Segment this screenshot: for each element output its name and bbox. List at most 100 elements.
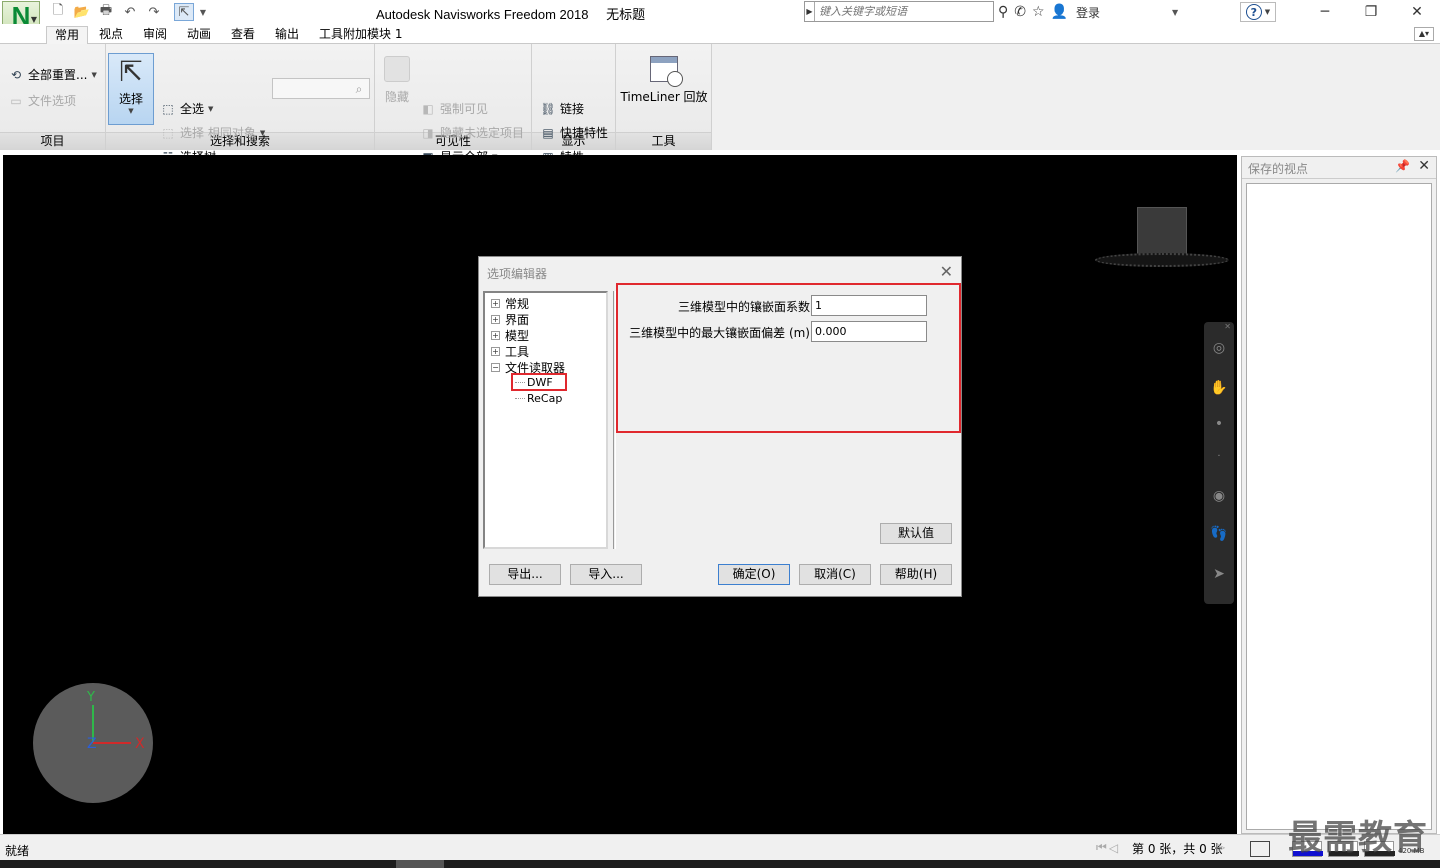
- force-visible-button[interactable]: ◧ 强制可见: [420, 100, 488, 117]
- chevron-down-icon[interactable]: ▼: [1172, 8, 1178, 17]
- options-pane: 三维模型中的镶嵌面系数 三维模型中的最大镶嵌面偏差 (m) 默认值: [616, 283, 961, 549]
- defaults-button[interactable]: 默认值: [880, 523, 952, 544]
- first-sheet-icon[interactable]: ⏮: [1096, 840, 1107, 855]
- export-button[interactable]: 导出...: [489, 564, 561, 585]
- open-icon[interactable]: 📂: [72, 3, 92, 21]
- pan-hand-icon[interactable]: ✋: [1209, 378, 1229, 398]
- expand-icon[interactable]: +: [491, 299, 500, 308]
- undo-icon[interactable]: ↶: [120, 3, 140, 21]
- quick-properties-button[interactable]: ▤ 快捷特性: [540, 124, 608, 141]
- chevron-down-icon: ▼: [128, 107, 134, 115]
- binoculars-icon[interactable]: ⚲: [998, 4, 1008, 20]
- timeliner-button[interactable]: TimeLiner 回放: [620, 56, 708, 105]
- hide-unselected-button[interactable]: ◨ 隐藏未选定项目: [420, 124, 524, 141]
- quick-find-input[interactable]: ⌕: [272, 78, 370, 99]
- ok-button[interactable]: 确定(O): [718, 564, 790, 585]
- expand-icon[interactable]: +: [491, 347, 500, 356]
- select-arrow-icon[interactable]: ➤: [1209, 564, 1229, 584]
- close-icon[interactable]: ✕: [1418, 158, 1430, 174]
- import-button[interactable]: 导入...: [570, 564, 642, 585]
- quick-access-toolbar: 🗋 📂 🖶 ↶ ↷ ⇱ ▼: [48, 3, 208, 21]
- max-facet-deviation-input[interactable]: [811, 321, 927, 342]
- look-around-icon[interactable]: ◉: [1209, 486, 1229, 506]
- minimize-button[interactable]: ─: [1302, 0, 1348, 24]
- title-bar: N ▼ 🗋 📂 🖶 ↶ ↷ ⇱ ▼ Autodesk Navisworks Fr…: [0, 0, 1440, 31]
- file-options-button[interactable]: ▭ 文件选项: [8, 92, 76, 109]
- viewcube[interactable]: [1095, 207, 1229, 269]
- timeliner-icon: [650, 56, 683, 87]
- window-title: Autodesk Navisworks Freedom 2018 无标题: [376, 4, 659, 23]
- next-sheet-icon[interactable]: ▷: [1216, 840, 1225, 854]
- hide-button[interactable]: 隐藏: [380, 56, 414, 105]
- select-all-button[interactable]: ⬚ 全选 ▼: [160, 100, 213, 117]
- tree-node-general[interactable]: + 常规: [491, 295, 529, 312]
- comm-center-icon[interactable]: ✆: [1014, 4, 1026, 20]
- redo-icon[interactable]: ↷: [144, 3, 164, 21]
- orbit-icon[interactable]: ·: [1209, 446, 1229, 466]
- facet-factor-row: 三维模型中的镶嵌面系数: [618, 295, 958, 317]
- tab-output[interactable]: 输出: [267, 26, 307, 44]
- pin-icon[interactable]: 📌: [1395, 159, 1410, 173]
- saved-viewpoints-list[interactable]: [1246, 183, 1432, 830]
- file-options-icon: ▭: [10, 93, 22, 108]
- links-button[interactable]: ⛓ 链接: [540, 100, 584, 117]
- sheet-nav-prev: ⏮ ◁: [1096, 840, 1118, 855]
- tab-tools-addins[interactable]: 工具附加模块 1: [311, 26, 410, 44]
- qat-dropdown-icon[interactable]: ▼: [198, 3, 208, 21]
- title-toolbar: ⚲ ✆ ☆ 👤 登录 ▼: [998, 2, 1178, 22]
- select-same-icon: ⬚: [162, 125, 174, 140]
- collapse-icon[interactable]: −: [491, 363, 500, 372]
- ribbon-tabs: 常用 视点 审阅 动画 查看 输出 工具附加模块 1 ▲▾: [0, 24, 1440, 45]
- help-search[interactable]: ▶: [804, 1, 994, 22]
- tree-node-model[interactable]: + 模型: [491, 327, 529, 344]
- select-same-button[interactable]: ⬚ 选择 相同对象 ▼: [160, 124, 265, 141]
- tree-node-interface[interactable]: + 界面: [491, 311, 529, 328]
- user-icon[interactable]: 👤: [1051, 4, 1068, 20]
- tab-home[interactable]: 常用: [46, 26, 89, 45]
- viewcube-compass[interactable]: [1095, 253, 1229, 267]
- cancel-button[interactable]: 取消(C): [799, 564, 871, 585]
- prev-sheet-icon[interactable]: ◁: [1109, 841, 1118, 855]
- help-button[interactable]: ? ▼: [1240, 2, 1276, 22]
- tree-node-recap[interactable]: ReCap: [515, 392, 562, 405]
- highlight-box-dwf: [511, 373, 567, 391]
- tree-node-tools[interactable]: + 工具: [491, 343, 529, 360]
- favorites-star-icon[interactable]: ☆: [1032, 4, 1045, 20]
- link-icon: ⛓: [540, 101, 556, 116]
- print-icon[interactable]: 🖶: [96, 3, 116, 21]
- axis-gizmo: Y X Z: [33, 683, 153, 803]
- expand-icon[interactable]: +: [491, 315, 500, 324]
- close-button[interactable]: ✕: [1394, 0, 1440, 24]
- help-icon: ?: [1245, 4, 1262, 20]
- login-link[interactable]: 登录: [1076, 4, 1100, 21]
- saved-viewpoints-panel: 保存的视点 📌 ✕: [1241, 156, 1437, 834]
- reset-all-button[interactable]: ⟲ 全部重置... ▼: [8, 66, 97, 83]
- tab-review[interactable]: 审阅: [135, 26, 175, 44]
- restore-button[interactable]: ❐: [1348, 0, 1394, 24]
- close-icon[interactable]: ✕: [1224, 322, 1231, 331]
- sheet-browser-icon[interactable]: [1250, 841, 1270, 857]
- tab-animation[interactable]: 动画: [179, 26, 219, 44]
- zoom-icon[interactable]: •: [1209, 414, 1229, 434]
- expand-search-icon[interactable]: ▶: [805, 2, 815, 21]
- sheet-nav-next: ▷: [1216, 840, 1225, 854]
- search-input[interactable]: [815, 5, 985, 18]
- help-dialog-button[interactable]: 帮助(H): [880, 564, 952, 585]
- select-button[interactable]: ⇱ 选择 ▼: [108, 53, 154, 125]
- axis-y-label: Y: [86, 690, 95, 705]
- axis-z-label: Z: [87, 736, 97, 752]
- dialog-close-icon[interactable]: ✕: [940, 262, 953, 281]
- select-cursor-icon[interactable]: ⇱: [174, 3, 194, 21]
- walk-footsteps-icon[interactable]: 👣: [1209, 524, 1229, 544]
- facet-factor-input[interactable]: [811, 295, 927, 316]
- axis-x-label: X: [135, 736, 145, 752]
- expand-icon[interactable]: +: [491, 331, 500, 340]
- ribbon-minimize-button[interactable]: ▲▾: [1414, 27, 1434, 41]
- hide-unselected-icon: ◨: [422, 125, 434, 140]
- steering-wheel-icon[interactable]: ◎: [1209, 338, 1229, 358]
- tab-viewpoint[interactable]: 视点: [91, 26, 131, 44]
- new-icon[interactable]: 🗋: [48, 3, 68, 21]
- saved-viewpoints-title: 保存的视点: [1248, 162, 1309, 176]
- viewcube-box[interactable]: [1137, 207, 1187, 255]
- tab-view[interactable]: 查看: [223, 26, 263, 44]
